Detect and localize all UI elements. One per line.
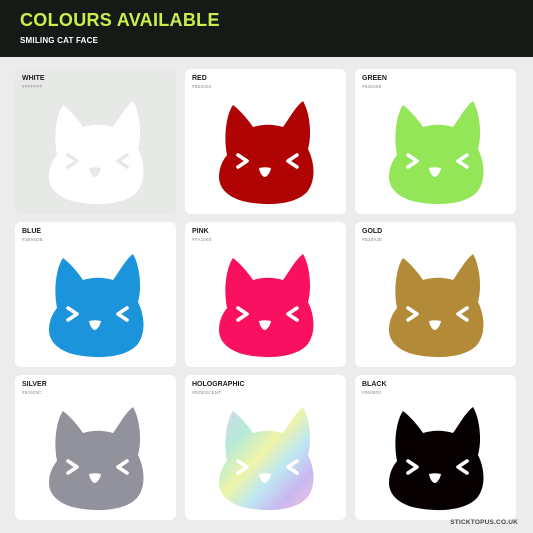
colour-card-white: WHITE #FFFFFF (15, 69, 176, 214)
cat-face-icon (211, 403, 321, 513)
page-subtitle: SMILING CAT FACE (20, 36, 99, 45)
colour-card-holographic: HOLOGRAPHIC IRIDESCENT (185, 375, 346, 520)
cat-face-icon (381, 403, 491, 513)
cat-face-icon (381, 250, 491, 360)
colour-name: RED (192, 75, 207, 82)
colour-name: SILVER (22, 381, 47, 388)
colour-card-green: GREEN #93E658 (355, 69, 516, 214)
cat-face-icon (41, 403, 151, 513)
cat-face-icon (211, 250, 321, 360)
colour-card-silver: SILVER #92929C (15, 375, 176, 520)
colour-code: #1B94DB (22, 237, 43, 242)
colour-code: #92929C (22, 390, 42, 395)
colour-code: #93E658 (362, 84, 382, 89)
cat-face-icon (41, 250, 151, 360)
colour-card-pink: PINK #FA1060 (185, 222, 346, 367)
colour-name: BLUE (22, 228, 42, 235)
website-label: STICKTOPUS.CO.UK (450, 519, 518, 526)
colour-name: BLACK (362, 381, 387, 388)
cat-face-icon (381, 97, 491, 207)
cat-face-icon (41, 97, 151, 207)
colour-name: PINK (192, 228, 209, 235)
header-bar: COLOURS AVAILABLE SMILING CAT FACE (0, 0, 533, 57)
colour-code: #B38A38 (362, 237, 382, 242)
colour-name: GREEN (362, 75, 387, 82)
colour-code: IRIDESCENT (192, 390, 222, 395)
colour-code: #B00404 (192, 84, 212, 89)
colour-card-gold: GOLD #B38A38 (355, 222, 516, 367)
colour-code: #FFFFFF (22, 84, 43, 89)
colour-name: WHITE (22, 75, 45, 82)
colour-card-black: BLACK #060000 (355, 375, 516, 520)
colour-grid: WHITE #FFFFFF RED #B00404 GREEN #93E658 … (15, 69, 516, 520)
colour-name: GOLD (362, 228, 383, 235)
cat-face-icon (211, 97, 321, 207)
colour-code: #FA1060 (192, 237, 212, 242)
colour-card-red: RED #B00404 (185, 69, 346, 214)
colour-card-blue: BLUE #1B94DB (15, 222, 176, 367)
page-title: COLOURS AVAILABLE (20, 10, 220, 30)
colour-name: HOLOGRAPHIC (192, 381, 245, 388)
colour-code: #060000 (362, 390, 381, 395)
